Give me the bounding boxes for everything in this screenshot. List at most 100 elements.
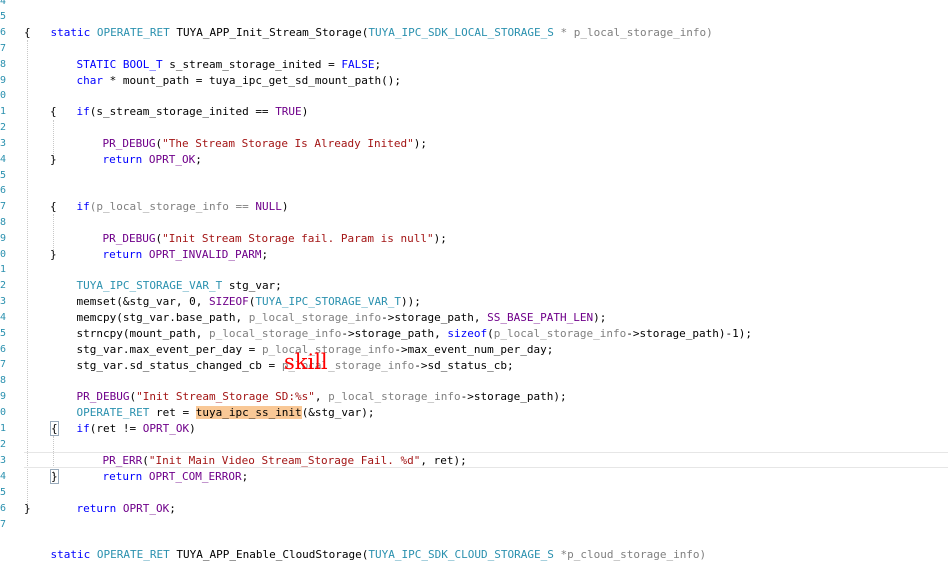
parameter: * p_local_storage_info) [553,26,713,39]
code-line[interactable]: memset(&stg_var, 0, SIZEOF(TUYA_IPC_STOR… [50,278,421,308]
macro: OPRT_OK [122,502,170,515]
matched-brace: } [50,469,59,484]
line-number: 3 [0,455,7,466]
code-text: ; [261,248,269,261]
keyword: return [102,248,143,261]
code-text: ); [413,137,428,150]
macro: OPRT_INVALID_PARM [148,248,262,261]
code-line[interactable]: TUYA_IPC_STORAGE_VAR_T stg_var; [50,262,282,292]
parameter: *p_cloud_storage_info) [553,548,707,561]
code-line[interactable]: } [50,469,59,485]
line-number: 5 [0,170,7,181]
code-line[interactable]: OPERATE_RET ret = tuya_ipc_ss_init(&stg_… [50,389,375,419]
code-line[interactable]: PR_DEBUG("The Stream Storage Is Already … [76,120,428,150]
line-number: 9 [0,233,7,244]
brace: } [50,248,57,261]
line-number: 3 [0,296,7,307]
keyword: if [76,422,90,435]
line-number: 2 [0,280,7,291]
brace: } [24,502,31,515]
code-line[interactable]: strncpy(mount_path, p_local_storage_info… [50,310,753,340]
code-line[interactable]: { [50,421,59,437]
code-line[interactable]: PR_DEBUG("Init Stream Storage fail. Para… [76,215,447,245]
line-number: 0 [0,249,7,260]
keyword: static [50,26,91,39]
code-line[interactable]: STATIC BOOL_T s_stream_storage_inited = … [50,41,382,71]
line-number: 6 [0,185,7,196]
line-number: 3 [0,138,7,149]
indent-guide [27,40,29,508]
code-line[interactable]: } [50,247,57,263]
code-line[interactable]: PR_ERR("Init Main Video Stream_Storage F… [76,437,467,467]
code-line[interactable]: { [50,104,57,120]
handwritten-annotation: skill [284,350,328,374]
code-text: ) [189,422,196,435]
brace: { [24,26,31,39]
line-number: 6 [0,344,7,355]
code-line[interactable]: PR_DEBUG("Init Stream_Storage SD:%s", p_… [50,373,567,403]
code-line[interactable]: { [24,25,31,41]
code-text: ; [195,153,202,166]
code-text: ) [301,105,309,118]
highlighted-function[interactable]: tuya_ipc_ss_init [195,406,302,419]
macro: NULL [255,200,282,213]
code-line[interactable]: return OPRT_OK; [76,136,202,166]
brace: } [50,153,57,166]
line-number: 5 [0,328,7,339]
line-number: 8 [0,59,7,70]
function-name: TUYA_APP_Enable_CloudStorage( [169,548,369,561]
code-line[interactable]: } [24,501,31,517]
line-number: 2 [0,122,7,133]
code-line[interactable]: if(ret != OPRT_OK) [50,405,196,435]
code-editor[interactable]: 4567890123456789012345678901234567 stati… [0,0,948,561]
brace: { [50,200,57,213]
line-number: 1 [0,106,7,117]
line-number: 9 [0,391,7,402]
line-number: 4 [0,471,7,482]
line-number: 0 [0,407,7,418]
line-number: 9 [0,75,7,86]
code-text: ); [433,232,447,245]
code-line[interactable]: if(s_stream_storage_inited == TRUE) [50,88,309,118]
code-line[interactable]: if(p_local_storage_info == NULL) [50,183,289,213]
code-line[interactable]: { [50,199,57,215]
line-number: 6 [0,27,7,38]
code-line[interactable]: return OPRT_OK; [50,485,176,515]
code-text: (ret != [89,422,143,435]
code-line[interactable]: memcpy(stg_var.base_path, p_local_storag… [50,294,607,324]
type-name: TUYA_IPC_SDK_LOCAL_STORAGE_S [368,26,554,39]
keyword: return [76,502,117,515]
keyword: char [76,74,104,87]
macro: TRUE [275,105,302,118]
parameter: (p_local_storage_info == [89,200,256,213]
brace: { [50,105,57,118]
line-number: 2 [0,439,7,450]
macro: OPRT_COM_ERROR [148,470,242,483]
type-name: OPERATE_RET [96,26,170,39]
line-number: 7 [0,201,7,212]
keyword: return [102,470,143,483]
keyword: return [102,153,143,166]
code-line[interactable]: stg_var.sd_status_changed_cb = p_local_s… [50,342,514,372]
code-line[interactable]: static OPERATE_RET TUYA_APP_Init_Stream_… [24,9,713,39]
code-text: stg_var.sd_status_changed_cb = [76,359,282,372]
code-line[interactable]: char * mount_path = tuya_ipc_get_sd_moun… [50,57,402,87]
code-line[interactable]: } [50,152,57,168]
code-text: ->storage_path); [460,390,567,403]
type-name: OPERATE_RET [96,548,170,561]
keyword: static [50,548,91,561]
line-number: 5 [0,487,7,498]
code-text: ; [241,470,249,483]
code-line[interactable]: stg_var.max_event_per_day = p_local_stor… [50,326,554,356]
line-number: 7 [0,359,7,370]
code-line[interactable]: return OPRT_INVALID_PARM; [76,231,269,261]
line-number: 4 [0,312,7,323]
line-number: 6 [0,503,7,514]
line-number: 8 [0,375,7,386]
function-name: TUYA_APP_Init_Stream_Storage( [169,26,369,39]
code-text: (&stg_var); [301,406,375,419]
line-number: 4 [0,154,7,165]
code-line[interactable]: return OPRT_COM_ERROR; [76,453,249,483]
line-number: 0 [0,90,7,101]
line-number-gutter: 4567890123456789012345678901234567 [0,0,10,545]
